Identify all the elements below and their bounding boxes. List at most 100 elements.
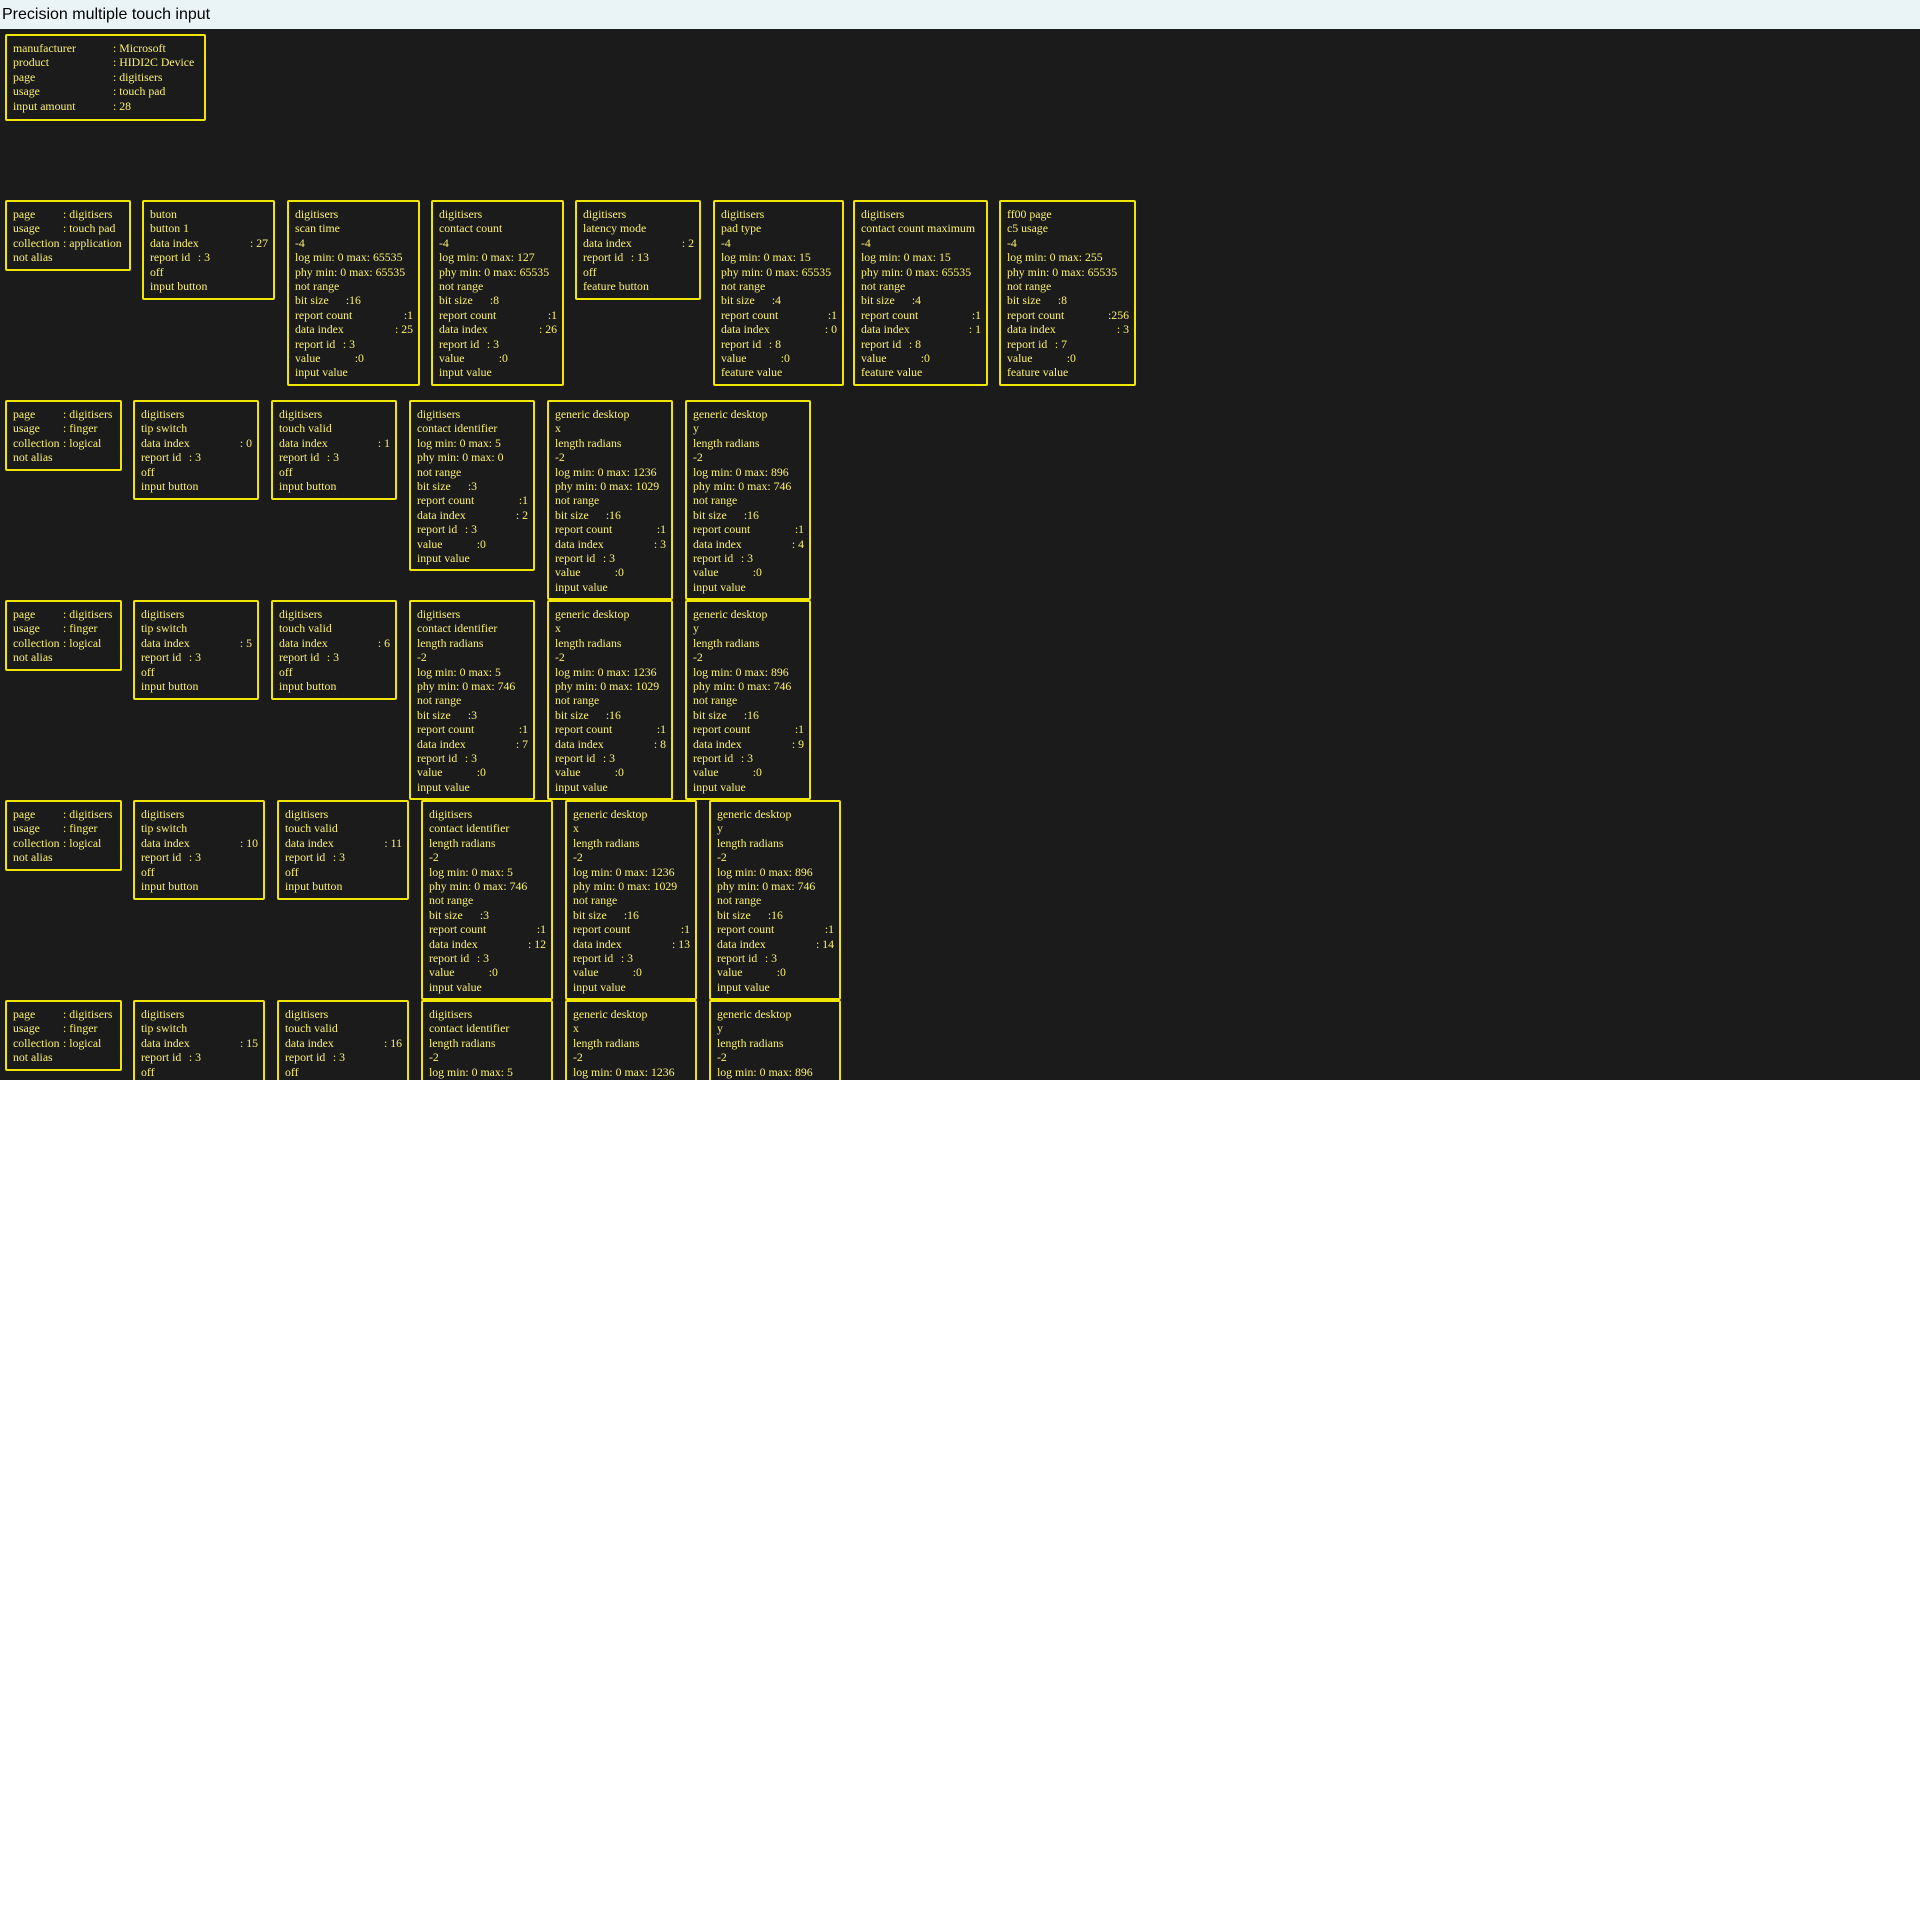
text-line: off xyxy=(583,265,694,279)
field-label: value xyxy=(417,536,443,551)
field-label: y xyxy=(693,421,699,436)
text-line: not alias xyxy=(13,850,115,864)
data-index-line: data index: 6 xyxy=(279,636,390,650)
field-label: bit size xyxy=(573,907,607,922)
field-label: feature value xyxy=(1007,365,1069,380)
field-label: phy min: 0 max: 746 xyxy=(429,878,528,893)
field-label: data index xyxy=(141,435,190,450)
field-label: tip switch xyxy=(141,821,188,836)
report-id-line: report id : 3 xyxy=(417,751,528,765)
text-line: contact identifier xyxy=(429,1021,546,1035)
text-line: input button xyxy=(141,879,258,893)
text-line: log min: 0 max: 1236 xyxy=(573,1065,690,1079)
field-value: : logical xyxy=(63,435,102,450)
text-line: y xyxy=(693,621,804,635)
field-label: value xyxy=(717,965,743,980)
field-value: :1 xyxy=(827,307,837,322)
bit-size-line: bit size :16 xyxy=(717,908,834,922)
report-item-digitisers-contact-count-maximum: digitisers contact count maximum -4 log min… xyxy=(853,200,988,386)
field-label: value xyxy=(555,565,581,580)
text-line: phy min: 0 max: 746 xyxy=(417,679,528,693)
report-item-ff00-page-c5-usage: ff00 page c5 usage -4 log min: 0 max: 255 ph… xyxy=(999,200,1136,386)
field-label: value xyxy=(693,565,719,580)
field-value: : 8 xyxy=(763,336,782,351)
field-value: : 3 xyxy=(337,336,356,351)
field-label: report id xyxy=(285,850,326,865)
field-label: off xyxy=(141,464,155,479)
text-line: contact identifier xyxy=(429,821,546,835)
field-label: bit size xyxy=(693,707,727,722)
field-label: length radians xyxy=(717,835,784,850)
field-label: data index xyxy=(429,936,478,951)
field-label: data index xyxy=(417,507,466,522)
text-line: -2 xyxy=(429,850,546,864)
field-label: contact identifier xyxy=(429,821,510,836)
text-line: phy min: 0 max: 746 xyxy=(429,879,546,893)
text-line: not range xyxy=(693,493,804,507)
hid-descriptor-canvas: manufacturer: Microsoft product: HIDI2C D… xyxy=(0,29,1920,1080)
field-value: :0 xyxy=(597,565,624,580)
field-label: value xyxy=(417,765,443,780)
text-line: input value xyxy=(429,980,546,994)
text-line: off xyxy=(279,465,390,479)
collection-panel: page: digitisers usage: finger collection:… xyxy=(5,800,122,871)
field-label: value xyxy=(573,965,599,980)
data-index-line: data index: 9 xyxy=(693,737,804,751)
text-line: -2 xyxy=(693,650,804,664)
field-value: :16 xyxy=(735,507,759,522)
text-line: length radians xyxy=(429,1036,546,1050)
field-value: :0 xyxy=(763,350,790,365)
text-line: x xyxy=(555,421,666,435)
field-label: length radians xyxy=(417,635,484,650)
data-index-line: data index: 7 xyxy=(417,737,528,751)
field-value: :0 xyxy=(615,965,642,980)
field-label: digitisers xyxy=(439,207,483,221)
text-line: off xyxy=(141,865,258,879)
field-value: : HIDI2C Device xyxy=(113,55,195,70)
field-value: : 13 xyxy=(671,936,690,951)
data-index-line: data index: 3 xyxy=(555,537,666,551)
field-label: report id xyxy=(417,522,458,537)
field-label: feature button xyxy=(583,278,649,293)
field-label: data index xyxy=(1007,322,1056,337)
field-value: :8 xyxy=(1049,293,1068,308)
field-label: not range xyxy=(721,278,766,293)
usage-line: usage: finger xyxy=(13,1021,115,1035)
report-item-generic-desktop-x: generic desktop x length radians -2 log min:… xyxy=(547,600,673,800)
text-line: input button xyxy=(285,879,402,893)
value-line: value :0 xyxy=(573,965,690,979)
field-label: length radians xyxy=(555,435,622,450)
text-line: feature value xyxy=(1007,365,1129,379)
field-value: : 3 xyxy=(735,550,754,565)
text-line: latency mode xyxy=(583,221,694,235)
field-label: page xyxy=(13,807,36,821)
field-label: -2 xyxy=(429,1050,439,1065)
field-value: : 16 xyxy=(383,1035,402,1050)
field-label: data index xyxy=(573,936,622,951)
field-label: data index xyxy=(583,235,632,250)
text-line: not range xyxy=(721,279,837,293)
text-line: input value xyxy=(417,551,528,565)
field-value: :3 xyxy=(459,478,478,493)
page-line: page: digitisers xyxy=(13,807,115,821)
field-value: :1 xyxy=(794,522,804,537)
field-value: : 3 xyxy=(192,250,211,265)
field-value: : 8 xyxy=(903,336,922,351)
field-value: : 3 xyxy=(615,950,634,965)
report-count-line: report count:1 xyxy=(721,308,837,322)
text-line: x xyxy=(573,821,690,835)
field-label: report id xyxy=(279,650,320,665)
text-line: log min: 0 max: 1236 xyxy=(555,665,666,679)
field-label: digitisers xyxy=(861,207,905,221)
text-line: not alias xyxy=(13,1050,115,1064)
field-label: digitisers xyxy=(417,407,461,421)
field-label: digitisers xyxy=(141,807,185,821)
field-label: touch valid xyxy=(279,421,332,436)
field-label: length radians xyxy=(429,835,496,850)
field-label: length radians xyxy=(429,1035,496,1050)
text-line: length radians xyxy=(417,636,528,650)
field-label: pad type xyxy=(721,221,762,236)
field-label: generic desktop xyxy=(555,407,630,421)
text-line: length radians xyxy=(429,836,546,850)
field-label: feature value xyxy=(861,365,923,380)
